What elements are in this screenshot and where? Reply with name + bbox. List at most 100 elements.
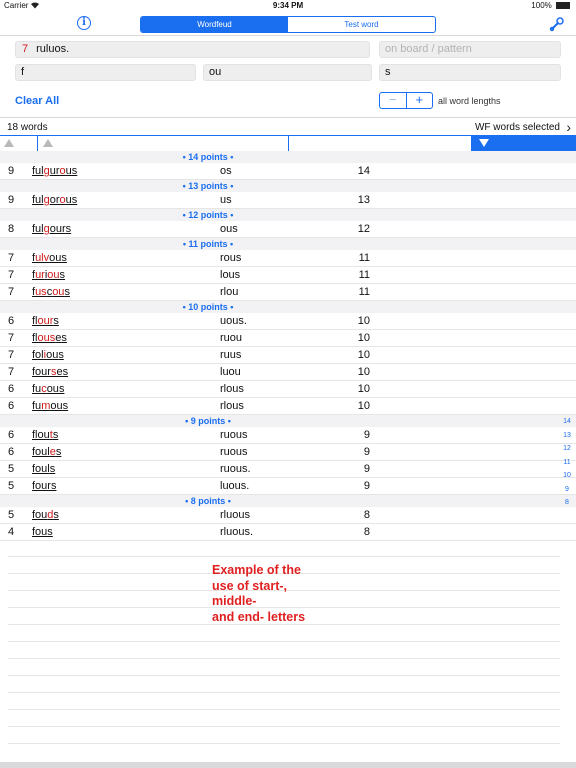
word-points: 14 [357, 165, 370, 177]
table-row[interactable]: 7 furious lous 11 [0, 267, 576, 284]
letters-input[interactable]: 7 ruluos. [15, 41, 370, 58]
word-text[interactable]: foules [32, 446, 61, 458]
word-text[interactable]: fourses [32, 366, 68, 378]
battery-indicator: 100% [531, 1, 570, 10]
table-row[interactable]: 7 flouses ruou 10 [0, 330, 576, 347]
word-points: 10 [357, 383, 370, 395]
pattern-input[interactable]: on board / pattern [379, 41, 561, 58]
decrease-length-button[interactable]: − [380, 93, 407, 108]
word-count: 18 words [7, 122, 48, 133]
word-segment: s [55, 446, 62, 458]
word-text[interactable]: fouds [32, 509, 59, 521]
chevron-right-icon[interactable]: › [566, 119, 571, 135]
word-text[interactable]: furious [32, 269, 65, 281]
word-text[interactable]: fouls [32, 463, 55, 475]
index-entry[interactable]: 12 [560, 442, 574, 456]
word-text[interactable]: flouts [32, 429, 58, 441]
index-entry[interactable]: 8 [560, 496, 574, 510]
segment-wordfeud[interactable]: Wordfeud [141, 17, 288, 32]
sort-column-letters[interactable] [289, 136, 472, 151]
word-segment: four [32, 480, 51, 492]
table-row[interactable]: 6 fumous rlous 10 [0, 398, 576, 415]
word-segment: s [65, 223, 72, 235]
word-text[interactable]: fulgorous [32, 194, 77, 206]
word-segment: s [59, 269, 66, 281]
index-entry[interactable]: 9 [560, 483, 574, 497]
nav-bar: i Wordfeud Test word [0, 12, 576, 36]
table-row[interactable]: 7 folious ruus 10 [0, 347, 576, 364]
highlighted-letter: m [41, 400, 51, 412]
index-entry[interactable]: 14 [560, 415, 574, 429]
word-segment: ou [50, 400, 63, 412]
wrench-icon[interactable] [549, 16, 565, 32]
word-segment: flou [32, 429, 50, 441]
table-row[interactable]: 6 flouts ruous 9 [0, 427, 576, 444]
segment-test-word[interactable]: Test word [288, 17, 435, 32]
word-segment: foul [32, 463, 50, 475]
table-row[interactable]: 7 fuscous rlou 11 [0, 284, 576, 301]
remaining-letters: ruous [220, 429, 248, 441]
table-row[interactable]: 6 flours uous. 10 [0, 313, 576, 330]
word-segment: ou [46, 383, 59, 395]
table-row[interactable]: 9 fulgorous us 13 [0, 192, 576, 209]
remaining-letters: us [220, 194, 232, 206]
index-entry[interactable]: 10 [560, 469, 574, 483]
word-segment: ful [32, 223, 44, 235]
word-text[interactable]: fous [32, 526, 53, 538]
word-points: 9 [363, 446, 370, 458]
word-points: 10 [357, 315, 370, 327]
letters-value: ruluos. [36, 43, 70, 55]
word-text[interactable]: flours [32, 315, 59, 327]
word-segment: s [53, 509, 59, 521]
index-entry[interactable]: 13 [560, 429, 574, 443]
clear-all-button[interactable]: Clear All [15, 95, 59, 107]
word-text[interactable]: fours [32, 480, 56, 492]
highlighted-letter: ous [37, 332, 56, 344]
word-text[interactable]: folious [32, 349, 64, 361]
word-text[interactable]: flouses [32, 332, 67, 344]
word-text[interactable]: fulgours [32, 223, 71, 235]
word-segment: ou [49, 252, 62, 264]
battery-icon [556, 2, 570, 9]
word-length-label: all word lengths [438, 96, 501, 106]
status-bar: Carrier 9:34 PM 100% [0, 0, 576, 12]
table-row[interactable]: 5 fouls ruous. 9 [0, 461, 576, 478]
word-text[interactable]: fulvous [32, 252, 67, 264]
table-row[interactable]: 4 fous rluous. 8 [0, 524, 576, 541]
word-length: 8 [8, 223, 15, 235]
points-group-header: • 13 points • [0, 180, 576, 192]
table-row[interactable]: 7 fourses luou 10 [0, 364, 576, 381]
sort-column-word[interactable] [38, 136, 289, 151]
letter-count: 7 [22, 43, 29, 55]
dictionary-selector[interactable]: WF words selected [475, 122, 560, 133]
table-row[interactable]: 6 fucous rlous 10 [0, 381, 576, 398]
table-row[interactable]: 8 fulgours ous 12 [0, 221, 576, 238]
word-length: 6 [8, 429, 15, 441]
word-points: 9 [363, 463, 370, 475]
remaining-letters: luous. [220, 480, 250, 492]
word-text[interactable]: fucous [32, 383, 64, 395]
word-segment: fou [32, 509, 48, 521]
word-length: 5 [8, 509, 15, 521]
increase-length-button[interactable]: + [407, 93, 433, 108]
table-row[interactable]: 5 fouds rluous 8 [0, 507, 576, 524]
word-text[interactable]: fuscous [32, 286, 70, 298]
info-icon[interactable]: i [77, 16, 91, 30]
index-entry[interactable]: 11 [560, 456, 574, 470]
table-row[interactable]: 5 fours luous. 9 [0, 478, 576, 495]
word-text[interactable]: fulgurous [32, 165, 77, 177]
word-segment: fol [32, 349, 44, 361]
end-letters-input[interactable]: s [379, 64, 561, 81]
word-segment: s [58, 349, 64, 361]
table-row[interactable]: 7 fulvous rous 11 [0, 250, 576, 267]
start-letters-input[interactable]: f [15, 64, 196, 81]
table-row[interactable]: 9 fulgurous os 14 [0, 163, 576, 180]
remaining-letters: rluous. [220, 526, 254, 538]
word-segment: s [50, 480, 57, 492]
word-segment: ful [32, 194, 44, 206]
points-group-header: • 10 points • [0, 301, 576, 313]
word-text[interactable]: fumous [32, 400, 68, 412]
table-row[interactable]: 6 foules ruous 9 [0, 444, 576, 461]
middle-letters-input[interactable]: ou [203, 64, 372, 81]
remaining-letters: os [220, 165, 232, 177]
